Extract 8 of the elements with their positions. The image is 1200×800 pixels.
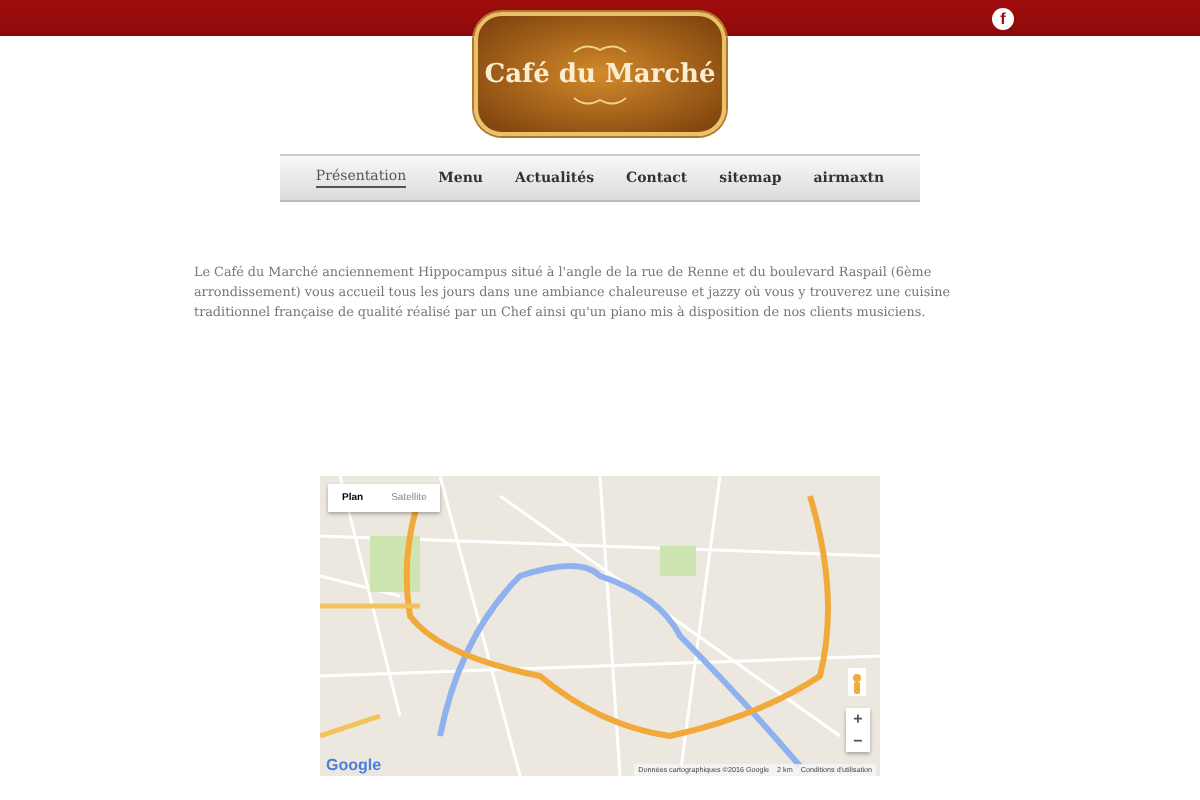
ornament-icon [570,93,630,107]
zoom-in-button[interactable]: + [846,708,870,730]
logo-text: Café du Marché [484,59,716,89]
ornament-icon [570,41,630,55]
zoom-out-button[interactable]: − [846,730,870,752]
pegman-icon[interactable] [848,668,866,696]
map-brand: Google [326,756,382,774]
facebook-icon[interactable]: f [992,7,1014,29]
